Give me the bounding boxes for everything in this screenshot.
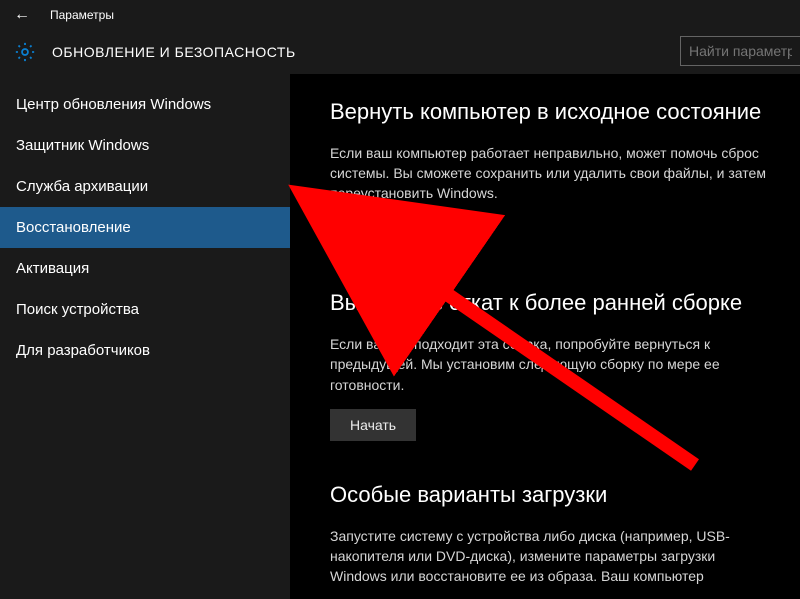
sidebar-item-activation[interactable]: Активация bbox=[0, 248, 290, 289]
sidebar-item-recovery[interactable]: Восстановление bbox=[0, 207, 290, 248]
section-title: ОБНОВЛЕНИЕ И БЕЗОПАСНОСТЬ bbox=[52, 44, 296, 60]
sidebar-item-label: Поиск устройства bbox=[16, 301, 139, 318]
rollback-description: Если вам не подходит эта сборка, попробу… bbox=[330, 334, 770, 395]
reset-heading: Вернуть компьютер в исходное состояние bbox=[330, 98, 784, 127]
advanced-description: Запустите систему с устройства либо диск… bbox=[330, 526, 770, 587]
sidebar-item-defender[interactable]: Защитник Windows bbox=[0, 125, 290, 166]
rollback-start-button[interactable]: Начать bbox=[330, 409, 416, 441]
rollback-block: Выполнить откат к более ранней сборке Ес… bbox=[330, 289, 784, 440]
advanced-heading: Особые варианты загрузки bbox=[330, 481, 784, 510]
reset-block: Вернуть компьютер в исходное состояние Е… bbox=[330, 98, 784, 249]
sidebar-item-label: Для разработчиков bbox=[16, 342, 150, 359]
sidebar-item-label: Восстановление bbox=[16, 219, 131, 236]
titlebar: ← Параметры bbox=[0, 0, 800, 30]
sidebar-item-backup[interactable]: Служба архивации bbox=[0, 166, 290, 207]
sidebar-item-label: Активация bbox=[16, 260, 89, 277]
search-input[interactable] bbox=[680, 36, 800, 66]
sidebar-item-developers[interactable]: Для разработчиков bbox=[0, 330, 290, 371]
sidebar-item-find-device[interactable]: Поиск устройства bbox=[0, 289, 290, 330]
header: ОБНОВЛЕНИЕ И БЕЗОПАСНОСТЬ bbox=[0, 30, 800, 74]
sidebar-item-windows-update[interactable]: Центр обновления Windows bbox=[0, 84, 290, 125]
reset-description: Если ваш компьютер работает неправильно,… bbox=[330, 143, 770, 204]
app-title: Параметры bbox=[50, 8, 114, 22]
content: Вернуть компьютер в исходное состояние Е… bbox=[290, 74, 800, 599]
sidebar-item-label: Защитник Windows bbox=[16, 137, 149, 154]
back-icon[interactable]: ← bbox=[14, 6, 30, 24]
rollback-heading: Выполнить откат к более ранней сборке bbox=[330, 289, 784, 318]
reset-start-button[interactable]: Начать bbox=[330, 217, 416, 249]
advanced-block: Особые варианты загрузки Запустите систе… bbox=[330, 481, 784, 586]
main: Центр обновления Windows Защитник Window… bbox=[0, 74, 800, 599]
sidebar: Центр обновления Windows Защитник Window… bbox=[0, 74, 290, 599]
gear-icon bbox=[14, 41, 36, 63]
sidebar-item-label: Служба архивации bbox=[16, 178, 148, 195]
sidebar-item-label: Центр обновления Windows bbox=[16, 96, 211, 113]
